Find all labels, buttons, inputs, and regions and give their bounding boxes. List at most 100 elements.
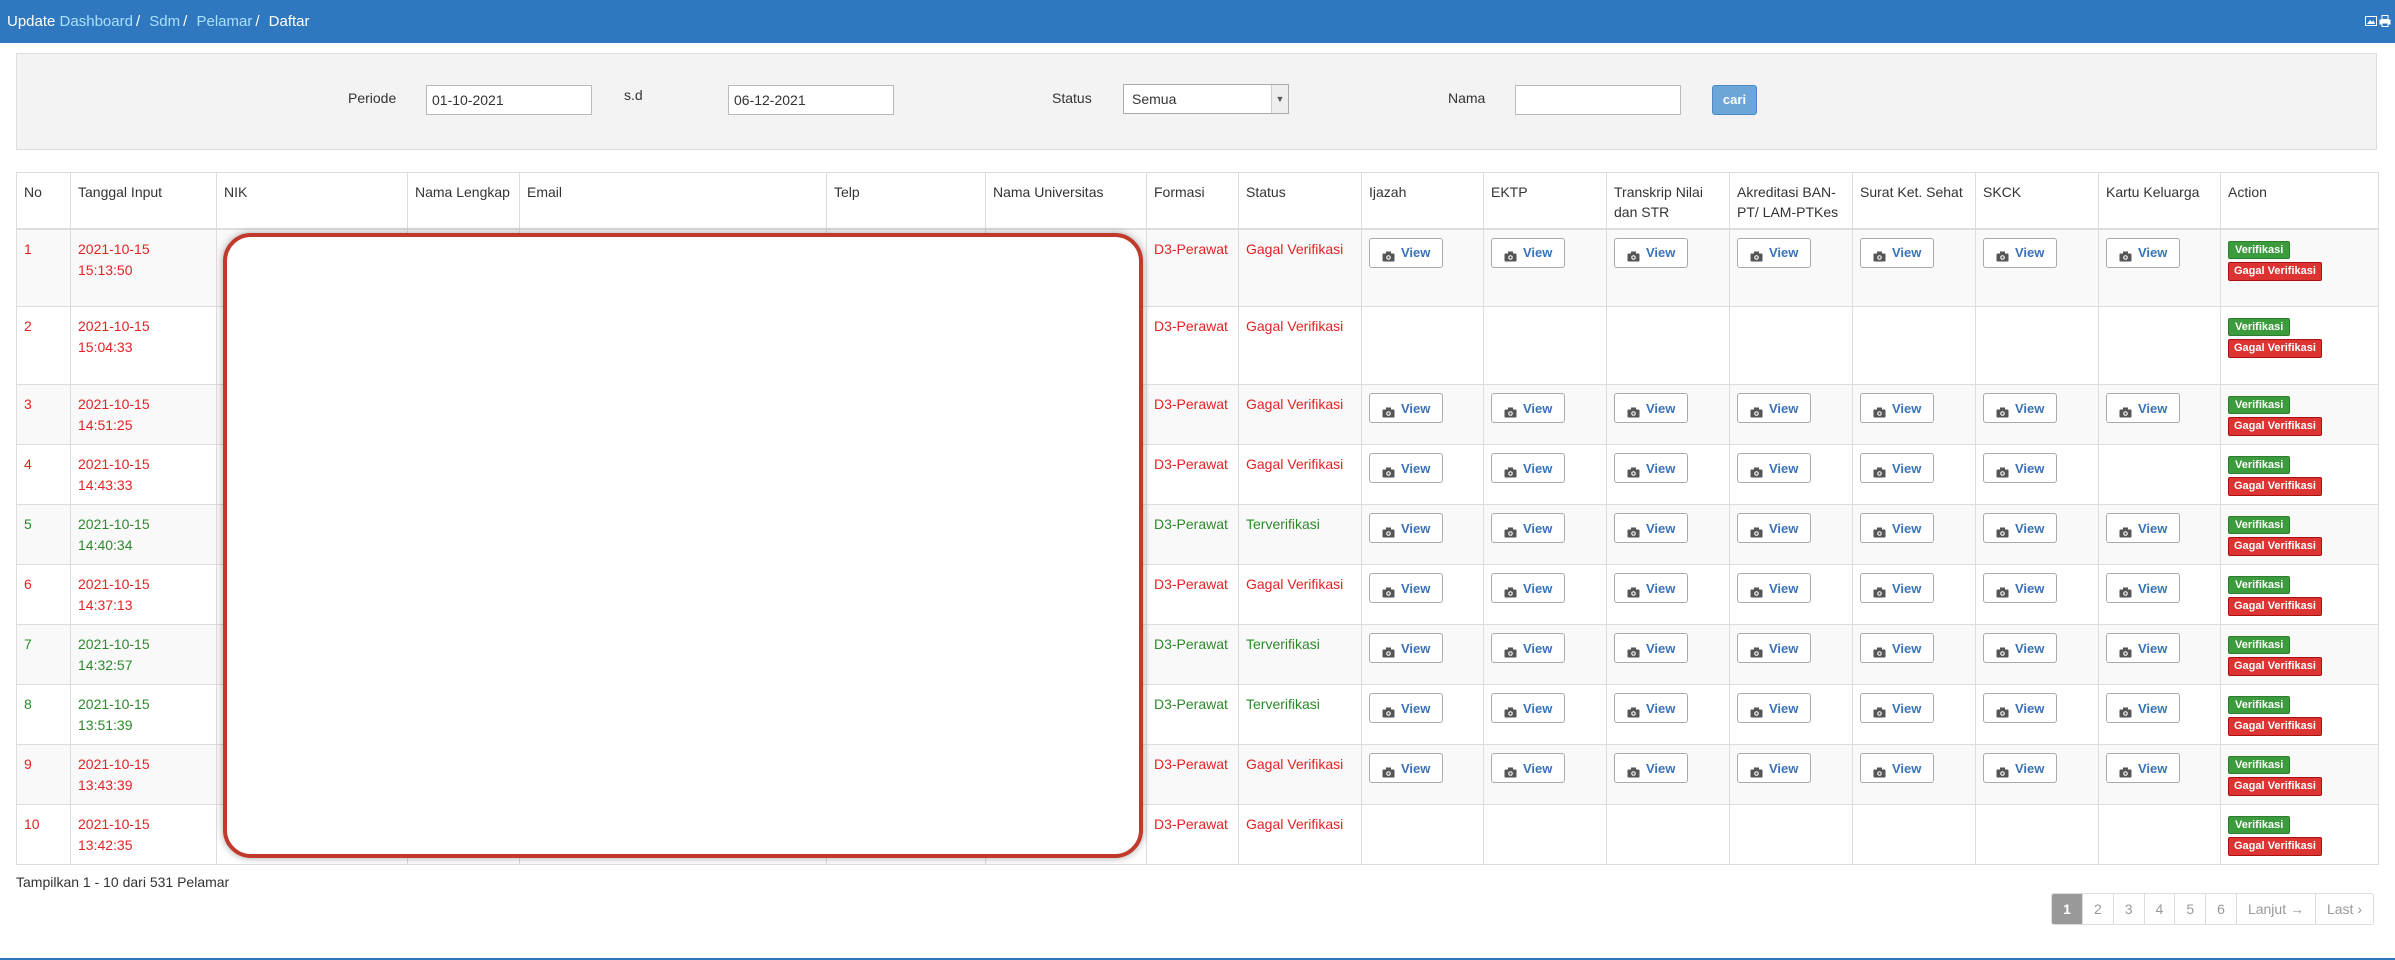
gagal-verifikasi-button[interactable]: Gagal Verifikasi bbox=[2228, 477, 2322, 496]
gagal-verifikasi-button[interactable]: Gagal Verifikasi bbox=[2228, 777, 2322, 796]
periode-to-input[interactable] bbox=[728, 85, 894, 115]
status-select[interactable]: Semua ▼ bbox=[1123, 84, 1289, 114]
nama-input[interactable] bbox=[1515, 85, 1681, 115]
gagal-verifikasi-button[interactable]: Gagal Verifikasi bbox=[2228, 597, 2322, 616]
view-ijazah-button[interactable]: View bbox=[1369, 393, 1444, 423]
view-ektp-button[interactable]: View bbox=[1491, 453, 1566, 483]
cell-action: Verifikasi Gagal Verifikasi bbox=[2220, 804, 2379, 865]
gagal-verifikasi-button[interactable]: Gagal Verifikasi bbox=[2228, 837, 2322, 856]
page-link-4[interactable]: 4 bbox=[2144, 894, 2176, 924]
gagal-verifikasi-button[interactable]: Gagal Verifikasi bbox=[2228, 717, 2322, 736]
gagal-verifikasi-button[interactable]: Gagal Verifikasi bbox=[2228, 417, 2322, 436]
view-akreditasi-button[interactable]: View bbox=[1737, 633, 1812, 663]
view-skck-button[interactable]: View bbox=[1983, 513, 2058, 543]
view-akreditasi-button[interactable]: View bbox=[1737, 753, 1812, 783]
print-icon[interactable] bbox=[2379, 14, 2391, 27]
periode-from-input[interactable] bbox=[426, 85, 592, 115]
verifikasi-button[interactable]: Verifikasi bbox=[2228, 696, 2291, 714]
verifikasi-button[interactable]: Verifikasi bbox=[2228, 396, 2291, 414]
page-link-1[interactable]: 1 bbox=[2052, 894, 2083, 924]
gagal-verifikasi-button[interactable]: Gagal Verifikasi bbox=[2228, 657, 2322, 676]
view-ektp-button[interactable]: View bbox=[1491, 393, 1566, 423]
view-ektp-button[interactable]: View bbox=[1491, 513, 1566, 543]
view-ektp-button[interactable]: View bbox=[1491, 693, 1566, 723]
view-transkrip-button[interactable]: View bbox=[1614, 633, 1689, 663]
view-ektp-button[interactable]: View bbox=[1491, 633, 1566, 663]
gagal-verifikasi-button[interactable]: Gagal Verifikasi bbox=[2228, 537, 2322, 556]
view-kartu-keluarga-button[interactable]: View bbox=[2106, 513, 2181, 543]
view-surat-sehat-button[interactable]: View bbox=[1860, 393, 1935, 423]
view-surat-sehat-button[interactable]: View bbox=[1860, 633, 1935, 663]
cari-button[interactable]: cari bbox=[1712, 85, 1757, 115]
page-link-2[interactable]: 2 bbox=[2082, 894, 2114, 924]
view-akreditasi-button[interactable]: View bbox=[1737, 237, 1812, 268]
view-ektp-button[interactable]: View bbox=[1491, 573, 1566, 603]
gagal-verifikasi-button[interactable]: Gagal Verifikasi bbox=[2228, 339, 2322, 358]
view-skck-button[interactable]: View bbox=[1983, 693, 2058, 723]
cell-formasi: D3-Perawat bbox=[1146, 624, 1239, 685]
view-akreditasi-button[interactable]: View bbox=[1737, 573, 1812, 603]
verifikasi-button[interactable]: Verifikasi bbox=[2228, 456, 2291, 474]
view-surat-sehat-button[interactable]: View bbox=[1860, 753, 1935, 783]
view-ijazah-button[interactable]: View bbox=[1369, 513, 1444, 543]
view-transkrip-button[interactable]: View bbox=[1614, 513, 1689, 543]
breadcrumb-sdm-link[interactable]: Sdm bbox=[149, 13, 180, 30]
view-surat-sehat-button[interactable]: View bbox=[1860, 513, 1935, 543]
view-kartu-keluarga-button[interactable]: View bbox=[2106, 633, 2181, 663]
view-akreditasi-button[interactable]: View bbox=[1737, 693, 1812, 723]
verifikasi-button[interactable]: Verifikasi bbox=[2228, 816, 2291, 834]
gagal-verifikasi-button[interactable]: Gagal Verifikasi bbox=[2228, 261, 2322, 281]
breadcrumb-pelamar-link[interactable]: Pelamar bbox=[196, 13, 252, 30]
view-ektp-button[interactable]: View bbox=[1491, 237, 1566, 268]
cell-ijazah: View bbox=[1361, 444, 1484, 505]
verifikasi-button[interactable]: Verifikasi bbox=[2228, 318, 2291, 336]
view-skck-button[interactable]: View bbox=[1983, 753, 2058, 783]
view-ijazah-button[interactable]: View bbox=[1369, 753, 1444, 783]
view-label: View bbox=[1892, 245, 1922, 260]
page-link-5[interactable]: 5 bbox=[2175, 894, 2207, 924]
view-akreditasi-button[interactable]: View bbox=[1737, 513, 1812, 543]
page-link-6[interactable]: 6 bbox=[2206, 894, 2237, 924]
last-page-link[interactable]: Last › bbox=[2315, 894, 2373, 924]
page-link-3[interactable]: 3 bbox=[2113, 894, 2145, 924]
view-surat-sehat-button[interactable]: View bbox=[1860, 573, 1935, 603]
view-akreditasi-button[interactable]: View bbox=[1737, 453, 1812, 483]
view-transkrip-button[interactable]: View bbox=[1614, 237, 1689, 268]
view-ijazah-button[interactable]: View bbox=[1369, 633, 1444, 663]
breadcrumb-dashboard-link[interactable]: Dashboard bbox=[60, 13, 133, 30]
view-transkrip-button[interactable]: View bbox=[1614, 693, 1689, 723]
view-ijazah-button[interactable]: View bbox=[1369, 573, 1444, 603]
image-icon[interactable] bbox=[2365, 14, 2377, 26]
view-kartu-keluarga-button[interactable]: View bbox=[2106, 393, 2181, 423]
verifikasi-button[interactable]: Verifikasi bbox=[2228, 636, 2291, 654]
view-transkrip-button[interactable]: View bbox=[1614, 453, 1689, 483]
view-kartu-keluarga-button[interactable]: View bbox=[2106, 753, 2181, 783]
view-skck-button[interactable]: View bbox=[1983, 237, 2058, 268]
verifikasi-button[interactable]: Verifikasi bbox=[2228, 516, 2291, 534]
next-page-link[interactable]: Lanjut → bbox=[2236, 894, 2316, 924]
view-surat-sehat-button[interactable]: View bbox=[1860, 237, 1935, 268]
view-ijazah-button[interactable]: View bbox=[1369, 237, 1444, 268]
verifikasi-button[interactable]: Verifikasi bbox=[2228, 576, 2291, 594]
verifikasi-button[interactable]: Verifikasi bbox=[2228, 240, 2291, 259]
view-ijazah-button[interactable]: View bbox=[1369, 693, 1444, 723]
view-kartu-keluarga-button[interactable]: View bbox=[2106, 237, 2181, 268]
view-skck-button[interactable]: View bbox=[1983, 393, 2058, 423]
view-transkrip-button[interactable]: View bbox=[1614, 393, 1689, 423]
view-kartu-keluarga-button[interactable]: View bbox=[2106, 693, 2181, 723]
status-select-value: Semua bbox=[1132, 91, 1177, 107]
verifikasi-button[interactable]: Verifikasi bbox=[2228, 756, 2291, 774]
view-skck-button[interactable]: View bbox=[1983, 453, 2058, 483]
view-ektp-button[interactable]: View bbox=[1491, 753, 1566, 783]
cell-skck: View bbox=[1975, 444, 2099, 505]
view-akreditasi-button[interactable]: View bbox=[1737, 393, 1812, 423]
view-ijazah-button[interactable]: View bbox=[1369, 453, 1444, 483]
view-skck-button[interactable]: View bbox=[1983, 573, 2058, 603]
view-surat-sehat-button[interactable]: View bbox=[1860, 693, 1935, 723]
view-label: View bbox=[1892, 700, 1922, 716]
view-skck-button[interactable]: View bbox=[1983, 633, 2058, 663]
view-transkrip-button[interactable]: View bbox=[1614, 753, 1689, 783]
view-transkrip-button[interactable]: View bbox=[1614, 573, 1689, 603]
view-kartu-keluarga-button[interactable]: View bbox=[2106, 573, 2181, 603]
view-surat-sehat-button[interactable]: View bbox=[1860, 453, 1935, 483]
